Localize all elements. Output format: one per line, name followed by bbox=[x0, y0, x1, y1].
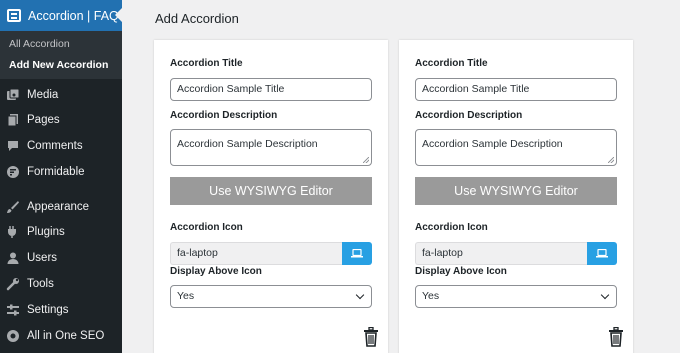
accordion-icon-label: Accordion Icon bbox=[415, 222, 488, 233]
current-menu-arrow bbox=[115, 8, 122, 22]
accordion-description-textarea[interactable]: Accordion Sample Description bbox=[415, 129, 617, 166]
icon-picker-button[interactable] bbox=[587, 242, 617, 265]
display-above-icon-label: Display Above Icon bbox=[415, 266, 507, 277]
delete-trash-icon[interactable] bbox=[363, 327, 379, 347]
admin-sidebar: Accordion | FAQ All Accordion Add New Ac… bbox=[0, 0, 122, 353]
plugins-icon bbox=[6, 225, 20, 239]
submenu-add-new-accordion[interactable]: Add New Accordion bbox=[9, 59, 108, 71]
chevron-down-icon bbox=[600, 290, 610, 300]
seo-icon bbox=[6, 329, 20, 343]
sidebar-item-label: Accordion | FAQ bbox=[28, 8, 119, 23]
sidebar-item-label: Appearance bbox=[27, 201, 90, 213]
sidebar-item-label: Formidable bbox=[27, 166, 85, 178]
display-above-icon-value: Yes bbox=[422, 290, 440, 302]
accordion-card: Accordion Title Accordion Sample Title A… bbox=[399, 40, 633, 353]
accordion-title-label: Accordion Title bbox=[170, 58, 243, 69]
display-above-icon-select[interactable]: Yes bbox=[170, 285, 372, 308]
accordion-description-label: Accordion Description bbox=[170, 110, 278, 121]
comments-icon bbox=[6, 139, 20, 153]
formidable-icon bbox=[6, 165, 20, 179]
resize-handle-icon[interactable] bbox=[608, 157, 614, 163]
display-above-icon-value: Yes bbox=[177, 290, 195, 302]
accordion-icon-input[interactable]: fa-laptop bbox=[415, 242, 587, 265]
accordion-description-label: Accordion Description bbox=[415, 110, 523, 121]
sidebar-item-label: Settings bbox=[27, 304, 69, 316]
pages-icon bbox=[6, 113, 20, 127]
sidebar-item-all-in-one-seo[interactable]: All in One SEO bbox=[0, 323, 122, 349]
laptop-icon bbox=[351, 249, 363, 258]
sidebar-item-accordion-faq[interactable]: Accordion | FAQ bbox=[0, 0, 122, 31]
sidebar-item-label: Media bbox=[27, 89, 59, 101]
display-above-icon-select[interactable]: Yes bbox=[415, 285, 617, 308]
resize-handle-icon[interactable] bbox=[363, 157, 369, 163]
sidebar-item-label: Plugins bbox=[27, 226, 65, 238]
tools-icon bbox=[6, 277, 20, 291]
accordion-title-input[interactable]: Accordion Sample Title bbox=[170, 78, 372, 101]
sidebar-item-plugins[interactable]: Plugins bbox=[0, 219, 122, 245]
sidebar-item-media[interactable]: Media bbox=[0, 82, 122, 108]
sidebar-item-label: All in One SEO bbox=[27, 330, 105, 342]
sidebar-item-tools[interactable]: Tools bbox=[0, 271, 122, 297]
accordion-card: Accordion Title Accordion Sample Title A… bbox=[154, 40, 388, 353]
accordion-icon-input[interactable]: fa-laptop bbox=[170, 242, 342, 265]
sidebar-item-label: Tools bbox=[27, 278, 54, 290]
delete-trash-icon[interactable] bbox=[608, 327, 624, 347]
appearance-icon bbox=[6, 200, 20, 214]
accordion-title-label: Accordion Title bbox=[415, 58, 488, 69]
settings-icon bbox=[6, 303, 20, 317]
sidebar-item-settings[interactable]: Settings bbox=[0, 297, 122, 323]
sidebar-item-comments[interactable]: Comments bbox=[0, 133, 122, 159]
sidebar-item-label: Pages bbox=[27, 114, 60, 126]
sidebar-item-formidable[interactable]: Formidable bbox=[0, 159, 122, 185]
accordion-title-input[interactable]: Accordion Sample Title bbox=[415, 78, 617, 101]
submenu-all-accordion[interactable]: All Accordion bbox=[9, 38, 70, 50]
accordion-icon-label: Accordion Icon bbox=[170, 222, 243, 233]
users-icon bbox=[6, 251, 20, 265]
media-icon bbox=[6, 88, 20, 102]
use-wysiwyg-editor-button[interactable]: Use WYSIWYG Editor bbox=[170, 177, 372, 205]
display-above-icon-label: Display Above Icon bbox=[170, 266, 262, 277]
use-wysiwyg-editor-button[interactable]: Use WYSIWYG Editor bbox=[415, 177, 617, 205]
accordion-list-icon bbox=[7, 9, 21, 22]
accordion-description-textarea[interactable]: Accordion Sample Description bbox=[170, 129, 372, 166]
accordion-description-value: Accordion Sample Description bbox=[422, 138, 563, 150]
laptop-icon bbox=[596, 249, 608, 258]
sidebar-item-pages[interactable]: Pages bbox=[0, 107, 122, 133]
icon-picker-button[interactable] bbox=[342, 242, 372, 265]
sidebar-item-label: Comments bbox=[27, 140, 83, 152]
sidebar-item-label: Users bbox=[27, 252, 58, 264]
page-title: Add Accordion bbox=[155, 11, 239, 26]
sidebar-item-appearance[interactable]: Appearance bbox=[0, 194, 122, 220]
accordion-submenu: All Accordion Add New Accordion bbox=[0, 31, 122, 79]
sidebar-item-users[interactable]: Users bbox=[0, 245, 122, 271]
accordion-description-value: Accordion Sample Description bbox=[177, 138, 318, 150]
chevron-down-icon bbox=[355, 290, 365, 300]
